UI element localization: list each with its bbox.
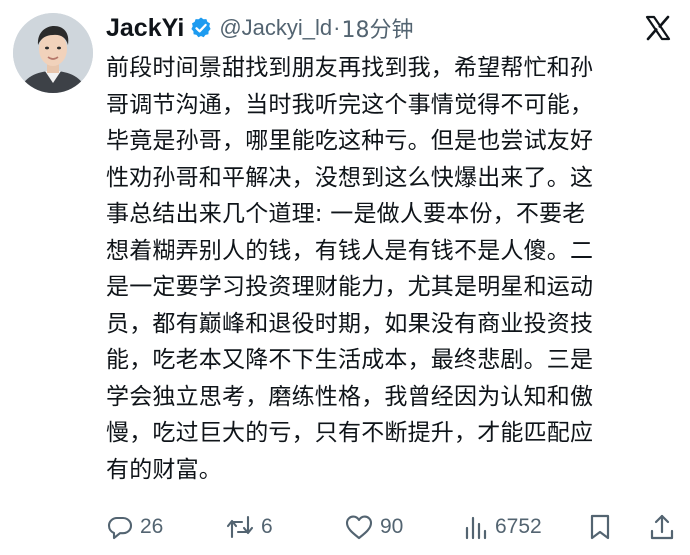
avatar[interactable] (13, 13, 93, 93)
repost-button[interactable]: 6 (225, 510, 273, 544)
reply-button[interactable]: 26 (106, 510, 163, 544)
header-separator: · (333, 15, 341, 40)
tweet-line: 有的财富。 (106, 456, 222, 483)
share-icon (650, 514, 674, 540)
views-button[interactable]: 6752 (463, 510, 542, 544)
share-button[interactable] (648, 510, 676, 544)
avatar-image (13, 13, 93, 93)
action-bar: 26 6 90 6752 (0, 510, 690, 544)
x-logo-icon[interactable] (644, 14, 672, 42)
tweet-line: 事总结出来几个道理: 一是做人要本份，不要老 (106, 201, 586, 227)
like-icon (345, 515, 373, 540)
tweet-header: JackYi @Jackyi_ld · 18分钟 (106, 8, 413, 48)
bookmark-button[interactable] (588, 510, 612, 544)
tweet-line: 员，都有巅峰和退役时期，如果没有商业投资技 (106, 310, 594, 337)
author-name[interactable]: JackYi (106, 14, 184, 43)
tweet-text: 前段时间景甜找到朋友再找到我，希望帮忙和孙 哥调节沟通，当时我听完这个事情觉得不… (106, 50, 684, 488)
verified-badge-icon[interactable] (189, 16, 213, 40)
tweet-line: 学会独立思考，磨练性格，我曾经因为认知和傲 (106, 383, 594, 410)
tweet-line: 前段时间景甜找到朋友再找到我，希望帮忙和孙 (106, 55, 594, 81)
tweet-line: 能，吃老本又降不下生活成本，最终悲剧。三是 (106, 347, 594, 373)
tweet-line: 是一定要学习投资理财能力，尤其是明星和运动 (106, 274, 594, 300)
reply-icon (107, 516, 133, 540)
bookmark-icon (590, 514, 610, 540)
tweet-line: 哥调节沟通，当时我听完这个事情觉得不可能， (106, 91, 594, 118)
tweet-line: 想着糊弄别人的钱，有钱人是有钱不是人傻。二 (106, 237, 594, 264)
repost-icon (226, 515, 254, 539)
views-icon (465, 516, 487, 540)
tweet-line: 性劝孙哥和平解决，没想到这么快爆出来了。这 (106, 164, 594, 191)
post-time[interactable]: 18分钟 (341, 12, 413, 44)
tweet-line: 慢，吃过巨大的亏，只有不断提升，才能匹配应 (106, 420, 594, 446)
tweet-line: 毕竟是孙哥，哪里能吃这种亏。但是也尝试友好 (106, 128, 594, 154)
like-button[interactable]: 90 (344, 510, 403, 544)
author-handle[interactable]: @Jackyi_ld (219, 15, 332, 41)
repost-count: 6 (261, 515, 273, 538)
view-count: 6752 (495, 515, 542, 538)
reply-count: 26 (140, 515, 164, 538)
like-count: 90 (380, 515, 404, 538)
